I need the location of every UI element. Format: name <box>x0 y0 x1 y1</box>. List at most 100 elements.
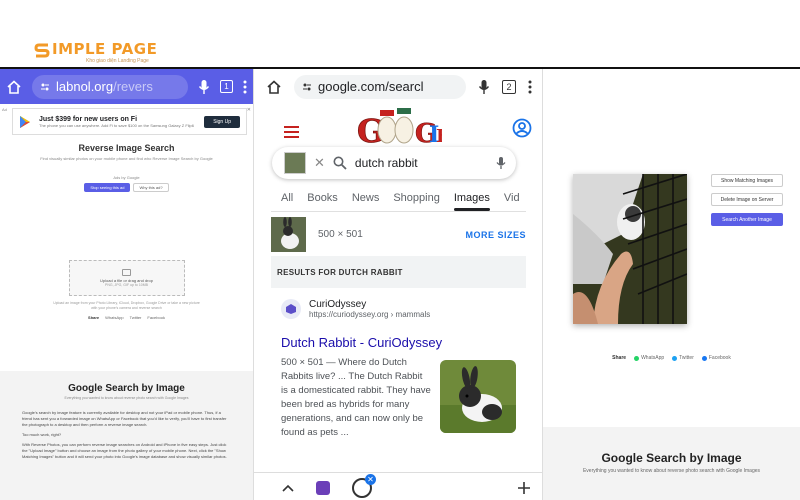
tab-count-button[interactable]: 2 <box>502 79 516 94</box>
search-box[interactable]: ✕ dutch rabbit <box>272 147 516 179</box>
show-matching-images-button[interactable]: Show Matching Images <box>711 174 783 187</box>
ad-title: Just $399 for new users on Fi <box>39 115 138 123</box>
new-tab-plus-icon[interactable] <box>518 481 530 494</box>
uploaded-rabbit-photo <box>573 174 687 324</box>
share-twitter-link[interactable]: Twitter <box>130 315 142 320</box>
upload-dropzone[interactable]: Upload a file or drag and drop PNG, JPG,… <box>68 260 185 296</box>
ad-close-icon[interactable]: ✕ <box>247 107 251 113</box>
article-paragraph: Too much work, right? <box>22 432 62 437</box>
facebook-icon <box>701 355 707 361</box>
image-info-row: 500 × 501 MORE SIZES <box>271 216 526 253</box>
site-info-icon[interactable] <box>40 82 50 92</box>
page-title: Reverse Image Search <box>78 143 175 153</box>
image-dimensions: 500 × 501 <box>318 229 363 240</box>
stop-seeing-ad-button[interactable]: Stop seeing this ad <box>84 183 131 192</box>
tab-images[interactable]: Images <box>453 192 490 211</box>
account-icon[interactable] <box>512 118 532 138</box>
share-whatsapp-link[interactable]: WhatsApp <box>634 355 664 361</box>
twitter-icon <box>672 355 678 361</box>
bottom-navigation: ✕ <box>254 472 542 500</box>
tab-shopping[interactable]: Shopping <box>393 192 440 204</box>
screenshots-frame: labnol.org/revers 1 Ad ✕ Just $399 for n… <box>0 67 800 500</box>
rabbit-thumbnail[interactable] <box>271 217 306 252</box>
extension-icon[interactable] <box>316 480 330 495</box>
tabs-divider <box>271 211 526 212</box>
browser-toolbar: google.com/searcl 2 <box>254 69 542 104</box>
article-section: Google Search by Image Everything you wa… <box>0 371 253 500</box>
share-twitter-link[interactable]: Twitter <box>672 355 694 361</box>
delete-image-button[interactable]: Delete Image on Server <box>711 193 783 206</box>
search-query-text[interactable]: dutch rabbit <box>355 156 488 170</box>
fi-ad-banner[interactable]: Just $399 for new users on Fi The phone … <box>12 108 247 135</box>
microphone-icon[interactable] <box>198 79 210 95</box>
more-menu-icon[interactable] <box>243 79 247 95</box>
image-upload-icon <box>122 269 131 276</box>
tab-all[interactable]: All <box>281 192 293 204</box>
tab-books[interactable]: Books <box>307 192 338 204</box>
article-body: Google's search by image feature is curr… <box>22 410 231 460</box>
results-header: RESULTS FOR DUTCH RABBIT <box>271 256 526 288</box>
section-subtitle: Everything you wanted to know about reve… <box>582 468 761 474</box>
ad-tag: Ad <box>2 107 7 112</box>
google-lens-icon[interactable]: ✕ <box>352 473 376 498</box>
section-title: Google Search by Image <box>68 383 185 394</box>
microphone-icon[interactable] <box>496 156 506 170</box>
search-tabs: All Books News Shopping Images Vid <box>281 192 520 211</box>
tab-videos[interactable]: Vid <box>504 192 520 204</box>
result-snippet: 500 × 501 — Where do Dutch Rabbits live?… <box>281 357 431 438</box>
share-bar: Share WhatsApp Twitter Facebook <box>0 315 253 320</box>
address-bar[interactable]: labnol.org/revers <box>32 74 188 99</box>
chevron-up-icon[interactable] <box>282 483 294 493</box>
home-icon[interactable] <box>266 79 282 95</box>
logo-text: IMPLE PAGE <box>52 40 158 58</box>
share-whatsapp-link[interactable]: WhatsApp <box>105 315 123 320</box>
why-this-ad-button[interactable]: Why this ad? <box>133 183 169 192</box>
share-whatsapp-label: WhatsApp <box>641 355 665 361</box>
more-menu-icon[interactable] <box>528 79 532 95</box>
result-site-url: https://curiodyssey.org › mammals <box>309 310 431 319</box>
more-sizes-link[interactable]: MORE SIZES <box>465 230 526 240</box>
result-site-name: CuriOdyssey <box>309 299 367 310</box>
address-bar[interactable]: google.com/searcl <box>294 74 466 99</box>
microphone-icon[interactable] <box>478 79 490 95</box>
google-results-screenshot: google.com/searcl 2 G G L E <box>253 69 543 500</box>
article-header-band: Google Search by Image Everything you wa… <box>543 427 800 500</box>
result-source[interactable]: CuriOdyssey https://curiodyssey.org › ma… <box>281 299 430 319</box>
tab-news[interactable]: News <box>352 192 380 204</box>
tab-count-button[interactable]: 1 <box>220 80 233 93</box>
share-label: Share <box>88 315 100 320</box>
search-another-image-button[interactable]: Search Another Image <box>711 213 783 226</box>
share-label: Share <box>612 355 627 361</box>
close-badge-icon[interactable]: ✕ <box>365 473 376 485</box>
page-subtitle: Find visually similar photos on your mob… <box>40 156 213 161</box>
share-facebook-label: Facebook <box>708 355 731 361</box>
hamburger-menu-icon[interactable] <box>284 126 299 141</box>
browser-toolbar: labnol.org/revers 1 <box>0 69 253 104</box>
url-path: /revers <box>113 79 153 94</box>
reverse-photos-desktop-screenshot: Show Matching Images Delete Image on Ser… <box>543 69 800 500</box>
upload-hint: Upload an image from your Photo Library,… <box>53 301 200 310</box>
share-bar: Share WhatsApp Twitter Facebook <box>543 355 800 361</box>
article-paragraph: Google's search by image feature is curr… <box>22 410 227 427</box>
google-fi-logo-icon <box>20 115 30 128</box>
clear-image-icon[interactable]: ✕ <box>314 155 325 171</box>
curiodyssey-favicon-icon <box>281 299 301 319</box>
share-facebook-link[interactable]: Facebook <box>701 355 731 361</box>
ad-body: The phone you can use anywhere. Add Fi t… <box>39 122 194 128</box>
result-rabbit-image[interactable] <box>440 360 516 433</box>
ad-signup-button[interactable]: Sign Up <box>204 115 240 128</box>
share-twitter-label: Twitter <box>679 355 694 361</box>
share-facebook-link[interactable]: Facebook <box>147 315 165 320</box>
result-title-link[interactable]: Dutch Rabbit - CuriOdyssey <box>281 335 442 350</box>
site-info-icon[interactable] <box>302 82 312 92</box>
search-icon[interactable] <box>333 156 347 170</box>
logo-s-icon <box>34 43 50 58</box>
screenshot-stage: IMPLE PAGE Kho giao diện Landing Page la… <box>0 0 800 500</box>
whatsapp-icon <box>634 355 640 361</box>
query-image-thumbnail[interactable] <box>284 152 306 174</box>
labnol-mobile-screenshot: labnol.org/revers 1 Ad ✕ Just $399 for n… <box>0 69 253 500</box>
home-icon[interactable] <box>6 79 22 95</box>
upload-formats: PNG, JPG, GIF up to 10MB <box>105 283 148 287</box>
article-paragraph: With Reverse Photos, you can perform rev… <box>22 442 227 459</box>
ads-by-google-label: Ads by Google <box>113 175 140 180</box>
